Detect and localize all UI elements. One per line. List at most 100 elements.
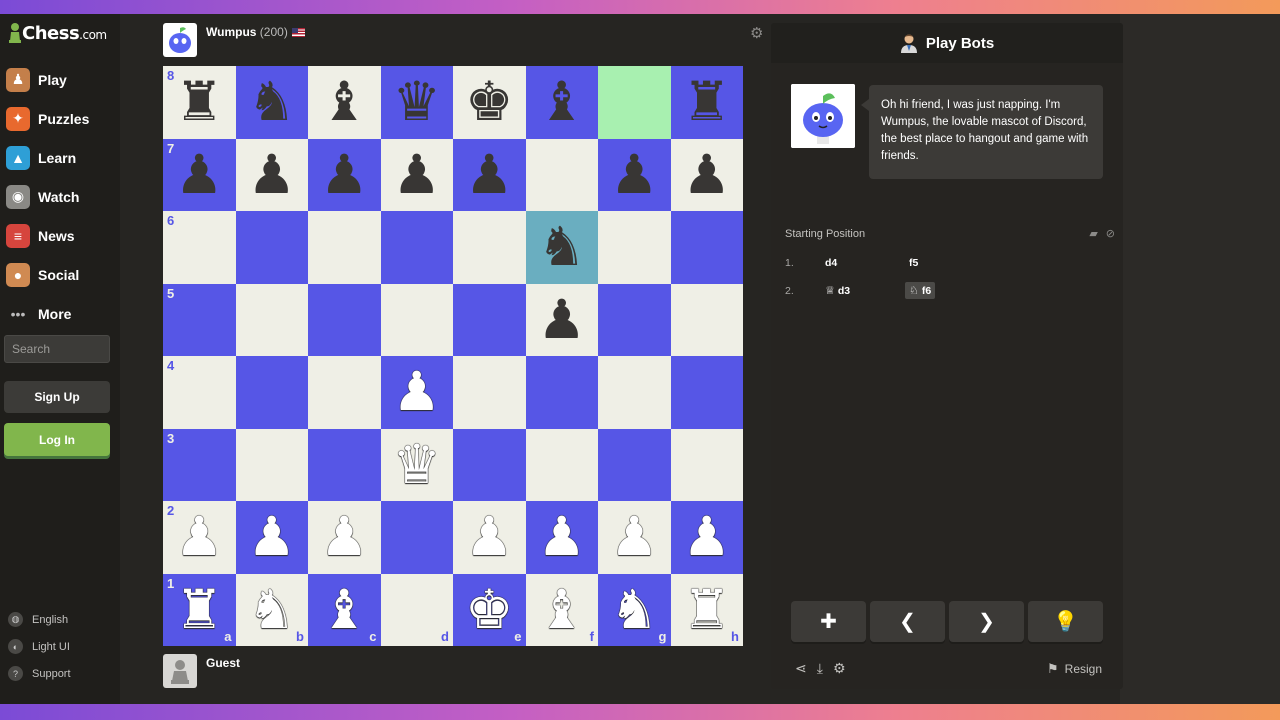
square-h5[interactable] [670,283,743,356]
black-pawn-piece[interactable]: ♟ [320,147,368,202]
square-e3[interactable] [453,428,526,501]
square-a1[interactable]: 1 a ♜ [163,573,236,646]
sign-up-button[interactable]: Sign Up [4,381,110,413]
square-c5[interactable] [308,283,381,356]
square-g8[interactable] [598,66,671,139]
square-a2[interactable]: 2 ♟ [163,501,236,574]
square-f5[interactable]: ♟ [525,283,598,356]
book-icon[interactable]: ▰ [1089,227,1097,240]
square-b8[interactable]: ♞ [235,66,308,139]
square-c7[interactable]: ♟ [308,138,381,211]
black-bishop-piece[interactable]: ♝ [538,75,586,129]
white-knight-piece[interactable]: ♞ [610,582,658,637]
square-e6[interactable] [453,211,526,284]
chess-board[interactable]: 8 ♜ ♞ ♝ ♛ ♚ ♝ ♜ 7 ♟ ♟ ♟ ♟ ♟ ♟ ♟ 6 ♞ 5 ♟ 4 ♟ 3 ♛ 2 ♟ ♟ ♟ ♟ ♟ ♟ ♟ 1 a ♜ b ♞ c ♝ d… [163,66,743,646]
square-b1[interactable]: b ♞ [235,573,308,646]
square-e4[interactable] [453,356,526,429]
white-rook-piece[interactable]: ♜ [175,582,223,637]
move-black[interactable]: f5 [909,257,918,269]
square-f4[interactable] [525,356,598,429]
square-a4[interactable]: 4 [163,356,236,429]
square-d2[interactable] [380,501,453,574]
nav-item-learn[interactable]: ▲ Learn [0,138,120,177]
square-d8[interactable]: ♛ [380,66,453,139]
square-g1[interactable]: g ♞ [598,573,671,646]
move-white[interactable]: d4 [825,257,909,269]
support-link[interactable]: ? Support [8,660,71,687]
square-c2[interactable]: ♟ [308,501,381,574]
square-d3[interactable]: ♛ [380,428,453,501]
settings-gear-icon[interactable]: ⚙ [833,660,846,677]
square-f2[interactable]: ♟ [525,501,598,574]
explorer-icon[interactable]: ⊘ [1106,227,1115,240]
white-pawn-piece[interactable]: ♟ [538,510,586,564]
board-settings-gear-icon[interactable]: ⚙ [750,24,763,42]
white-king-piece[interactable]: ♚ [465,582,513,637]
white-bishop-piece[interactable]: ♝ [538,582,586,637]
square-c3[interactable] [308,428,381,501]
square-a6[interactable]: 6 [163,211,236,284]
white-knight-piece[interactable]: ♞ [248,582,296,637]
black-pawn-piece[interactable]: ♟ [683,147,731,202]
black-bishop-piece[interactable]: ♝ [320,75,368,129]
previous-move-button[interactable]: ❮ [870,601,945,642]
black-queen-piece[interactable]: ♛ [393,75,441,129]
white-queen-piece[interactable]: ♛ [393,437,441,492]
square-f8[interactable]: ♝ [525,66,598,139]
square-c1[interactable]: c ♝ [308,573,381,646]
language-link[interactable]: ◍ English [8,606,71,633]
square-e2[interactable]: ♟ [453,501,526,574]
square-a7[interactable]: 7 ♟ [163,138,236,211]
share-icon[interactable]: ⋖ [795,660,807,677]
square-b3[interactable] [235,428,308,501]
resign-button[interactable]: ⚑ Resign [1047,661,1102,677]
square-a3[interactable]: 3 [163,428,236,501]
black-pawn-piece[interactable]: ♟ [248,147,296,202]
move-white[interactable]: ♕ d3 [825,284,909,297]
hint-button[interactable]: 💡 [1028,601,1103,642]
nav-item-more[interactable]: ••• More [0,294,120,333]
white-pawn-piece[interactable]: ♟ [248,510,296,564]
log-in-button[interactable]: Log In [4,423,110,456]
square-h1[interactable]: h ♜ [670,573,743,646]
white-pawn-piece[interactable]: ♟ [683,510,731,564]
square-e5[interactable] [453,283,526,356]
square-g7[interactable]: ♟ [598,138,671,211]
square-h6[interactable] [670,211,743,284]
square-h4[interactable] [670,356,743,429]
square-a5[interactable]: 5 [163,283,236,356]
square-b5[interactable] [235,283,308,356]
white-pawn-piece[interactable]: ♟ [393,365,441,419]
black-king-piece[interactable]: ♚ [465,75,513,129]
black-knight-piece[interactable]: ♞ [248,75,296,129]
square-d6[interactable] [380,211,453,284]
square-g2[interactable]: ♟ [598,501,671,574]
square-e7[interactable]: ♟ [453,138,526,211]
square-d4[interactable]: ♟ [380,356,453,429]
black-pawn-piece[interactable]: ♟ [393,147,441,202]
square-a8[interactable]: 8 ♜ [163,66,236,139]
square-f1[interactable]: f ♝ [525,573,598,646]
square-d7[interactable]: ♟ [380,138,453,211]
black-pawn-piece[interactable]: ♟ [610,147,658,202]
square-g3[interactable] [598,428,671,501]
square-b7[interactable]: ♟ [235,138,308,211]
nav-item-play[interactable]: ♟ Play [0,60,120,99]
square-b4[interactable] [235,356,308,429]
black-rook-piece[interactable]: ♜ [683,75,731,129]
square-f7[interactable] [525,138,598,211]
white-pawn-piece[interactable]: ♟ [465,510,513,564]
new-game-button[interactable]: ✚ [791,601,866,642]
nav-item-puzzles[interactable]: ✦ Puzzles [0,99,120,138]
guest-avatar[interactable] [163,654,197,688]
square-e8[interactable]: ♚ [453,66,526,139]
square-g5[interactable] [598,283,671,356]
square-f3[interactable] [525,428,598,501]
black-knight-piece[interactable]: ♞ [538,220,586,274]
black-pawn-piece[interactable]: ♟ [175,147,223,202]
nav-item-social[interactable]: ● Social [0,255,120,294]
next-move-button[interactable]: ❯ [949,601,1024,642]
white-pawn-piece[interactable]: ♟ [320,510,368,564]
nav-item-watch[interactable]: ◉ Watch [0,177,120,216]
square-c4[interactable] [308,356,381,429]
